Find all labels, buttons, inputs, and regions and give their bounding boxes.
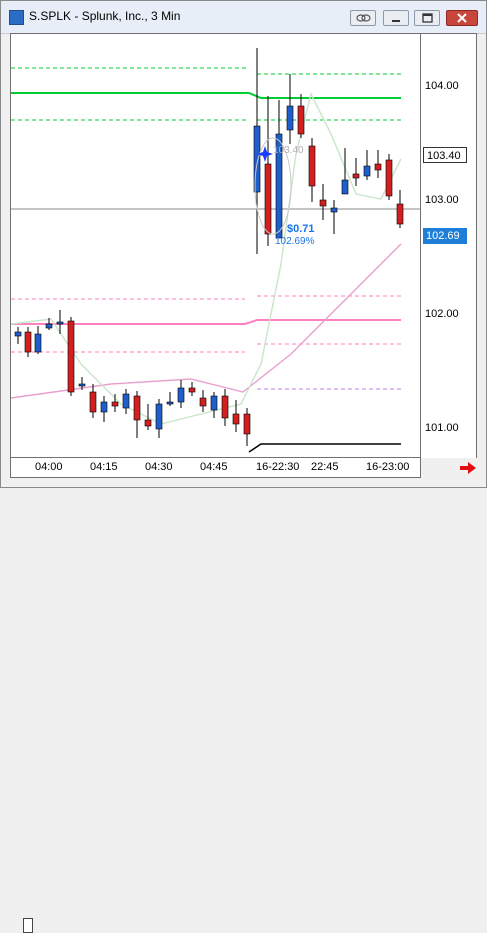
arrow-right-icon[interactable] [459, 461, 477, 475]
candle-body [188, 387, 196, 393]
price-tick-103: 103.00 [425, 194, 459, 206]
price-axis[interactable] [421, 33, 477, 458]
session-low-line [248, 443, 401, 453]
candle-body [210, 395, 218, 411]
time-tick-0415: 04:15 [90, 461, 118, 473]
close-button[interactable] [446, 10, 478, 26]
candle-body [155, 403, 163, 430]
candle-body [385, 159, 393, 197]
candle-body [14, 331, 22, 337]
link-button[interactable] [350, 10, 376, 26]
candle-body [297, 105, 305, 135]
time-tick-2245: 22:45 [311, 461, 339, 473]
time-tick-0400: 04:00 [35, 461, 63, 473]
price-tick-101: 101.00 [425, 422, 459, 434]
candle-body [363, 165, 371, 177]
candle-body [264, 163, 272, 235]
candle-body [24, 331, 32, 353]
minimize-button[interactable] [383, 10, 409, 26]
candle-body [396, 203, 404, 225]
last-price-tag: 102.69 [423, 228, 467, 244]
candle-body [330, 207, 338, 213]
maximize-button[interactable] [414, 10, 440, 26]
price-tick-102: 102.00 [425, 308, 459, 320]
time-tick-2300: 16-23:00 [366, 461, 410, 473]
title-bar[interactable]: S.SPLK - Splunk, Inc., 3 Min [1, 1, 486, 34]
candle-body [34, 333, 42, 353]
percent-overlay-label: 102.69% [275, 236, 315, 247]
candle-body [111, 401, 119, 407]
candle-body [166, 401, 174, 405]
green-level-line [11, 92, 401, 99]
time-tick-0445: 04:45 [200, 461, 228, 473]
candle-body [133, 395, 141, 421]
candle-body [374, 163, 382, 171]
candle-body [319, 199, 327, 207]
candle-body [89, 391, 97, 413]
candle-body [78, 383, 86, 387]
time-axis[interactable]: 04:00 04:15 04:30 04:45 16-22:30 22:45 1… [10, 458, 421, 933]
candle-body [352, 173, 360, 179]
window-title: S.SPLK - Splunk, Inc., 3 Min [29, 9, 181, 23]
minimize-icon [392, 20, 400, 22]
price-change-label: $0.71 [287, 223, 315, 235]
candle-body [56, 321, 64, 325]
candle-body [177, 387, 185, 403]
close-icon [457, 13, 467, 23]
candle-body [341, 179, 349, 195]
candle-body [100, 401, 108, 413]
time-tick-2230: 16-22:30 [256, 461, 300, 473]
current-price-tag: 103.40 [423, 147, 467, 163]
link-icon [356, 14, 371, 22]
candle-body [67, 320, 75, 393]
candle-body [221, 395, 229, 419]
candle-body [45, 323, 53, 329]
time-scroll-handle[interactable] [23, 918, 33, 933]
maximize-icon [422, 13, 433, 23]
candle-body [232, 413, 240, 425]
candle-body [199, 397, 207, 407]
candle-body [308, 145, 316, 187]
time-tick-0430: 04:30 [145, 461, 173, 473]
candle-body [286, 105, 294, 131]
candle-body [144, 419, 152, 427]
hover-value-label: 103.40 [273, 145, 304, 156]
candle-body [243, 413, 251, 435]
app-icon [9, 10, 24, 25]
chart-plot-area[interactable]: $0.71 102.69% 103.40 [10, 33, 421, 458]
chart-canvas [11, 48, 420, 453]
price-tick-104: 104.00 [425, 80, 459, 92]
candle-body [122, 393, 130, 409]
